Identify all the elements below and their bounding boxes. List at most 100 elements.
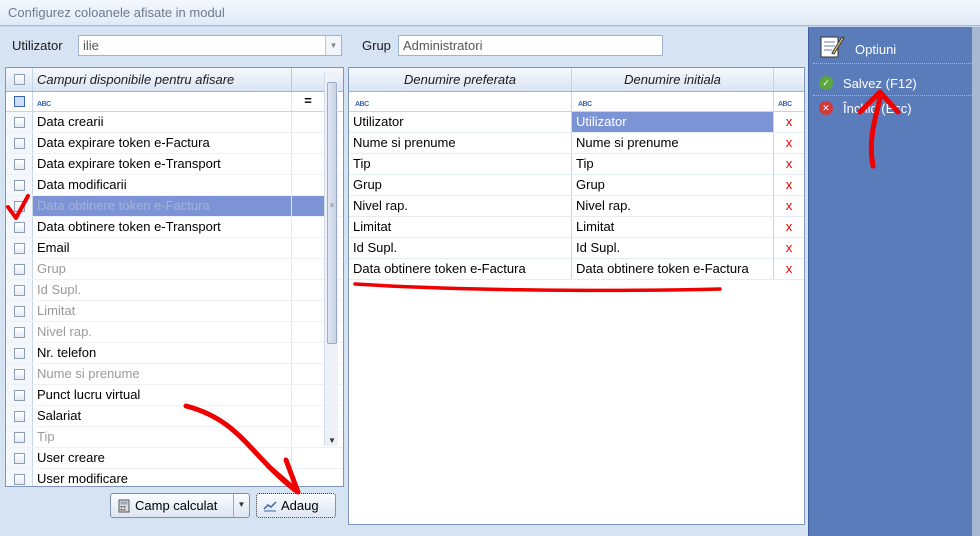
row-checkbox[interactable] — [13, 389, 25, 401]
delete-row-icon[interactable]: x — [774, 175, 804, 195]
row-checkbox-cell[interactable] — [6, 469, 33, 486]
row-checkbox[interactable] — [13, 347, 25, 359]
equals-filter-icon[interactable]: = — [292, 92, 324, 111]
preferred-name-cell[interactable]: Data obtinere token e-Factura — [349, 259, 572, 279]
row-checkbox[interactable] — [13, 326, 25, 338]
select-all-cell[interactable] — [6, 68, 33, 91]
delete-row-icon[interactable]: x — [774, 259, 804, 279]
row-checkbox-cell[interactable] — [6, 259, 33, 279]
list-item[interactable]: User creare — [6, 448, 343, 469]
scrollbar-thumb[interactable]: ≡ — [327, 82, 337, 344]
row-checkbox[interactable] — [13, 410, 25, 422]
list-item[interactable]: Punct lucru virtual — [6, 385, 343, 406]
list-item[interactable]: Email — [6, 238, 343, 259]
list-item[interactable]: Id Supl. — [6, 280, 343, 301]
row-checkbox-cell[interactable] — [6, 238, 33, 258]
row-checkbox-cell[interactable] — [6, 154, 33, 174]
row-checkbox-cell[interactable] — [6, 301, 33, 321]
close-button[interactable]: ✕ Închid (Esc) — [819, 99, 969, 117]
list-item[interactable]: Data expirare token e-Transport — [6, 154, 343, 175]
list-item[interactable]: User modificare — [6, 469, 343, 486]
initial-filter-cell[interactable]: ABC — [572, 92, 774, 111]
list-item[interactable]: Limitat — [6, 301, 343, 322]
row-checkbox-cell[interactable] — [6, 280, 33, 300]
list-item[interactable]: Tip — [6, 427, 343, 448]
list-item[interactable]: Data modificarii — [6, 175, 343, 196]
available-fields-column-header[interactable]: Campuri disponibile pentru afisare — [33, 68, 292, 91]
preferred-name-cell[interactable]: Id Supl. — [349, 238, 572, 258]
list-item[interactable]: Data expirare token e-Factura — [6, 133, 343, 154]
row-checkbox[interactable] — [13, 158, 25, 170]
row-checkbox[interactable] — [13, 431, 25, 443]
table-row[interactable]: Grup Grup x — [349, 175, 804, 196]
table-row[interactable]: Limitat Limitat x — [349, 217, 804, 238]
delete-filter-cell[interactable]: ABC — [774, 92, 804, 111]
chevron-down-icon[interactable]: ▼ — [233, 494, 249, 517]
initial-name-header[interactable]: Denumire initiala — [572, 68, 774, 91]
row-checkbox[interactable] — [13, 473, 25, 485]
chevron-down-icon[interactable]: ▼ — [325, 36, 341, 55]
row-checkbox-cell[interactable] — [6, 343, 33, 363]
delete-row-icon[interactable]: x — [774, 133, 804, 153]
preferred-name-cell[interactable]: Grup — [349, 175, 572, 195]
preferred-filter-cell[interactable]: ABC — [349, 92, 572, 111]
table-row[interactable]: Utilizator Utilizator x — [349, 112, 804, 133]
row-checkbox[interactable] — [13, 116, 25, 128]
list-item[interactable]: Nr. telefon — [6, 343, 343, 364]
delete-row-icon[interactable]: x — [774, 238, 804, 258]
list-item[interactable]: Grup — [6, 259, 343, 280]
calculated-field-button[interactable]: Camp calculat ▼ — [110, 493, 250, 518]
preferred-name-cell[interactable]: Utilizator — [349, 112, 572, 132]
table-row[interactable]: Nivel rap. Nivel rap. x — [349, 196, 804, 217]
list-item[interactable]: Data crearii — [6, 112, 343, 133]
row-checkbox-cell[interactable] — [6, 217, 33, 237]
list-item[interactable]: Nivel rap. — [6, 322, 343, 343]
row-checkbox-cell[interactable] — [6, 112, 33, 132]
filter-checkbox-icon[interactable] — [13, 96, 25, 107]
table-row[interactable]: Id Supl. Id Supl. x — [349, 238, 804, 259]
row-checkbox[interactable] — [13, 368, 25, 380]
row-checkbox[interactable] — [13, 200, 25, 212]
preferred-name-cell[interactable]: Nume si prenume — [349, 133, 572, 153]
delete-row-icon[interactable]: x — [774, 154, 804, 174]
add-button[interactable]: Adaug — [256, 493, 336, 518]
delete-row-icon[interactable]: x — [774, 196, 804, 216]
row-checkbox[interactable] — [13, 242, 25, 254]
table-row[interactable]: Data obtinere token e-Factura Data obtine… — [349, 259, 804, 280]
row-checkbox-cell[interactable] — [6, 322, 33, 342]
row-checkbox-cell[interactable] — [6, 196, 33, 216]
preferred-name-cell[interactable]: Nivel rap. — [349, 196, 572, 216]
available-fields-scrollbar[interactable]: ≡ ▼ — [324, 72, 338, 446]
row-checkbox-cell[interactable] — [6, 427, 33, 447]
list-item[interactable]: Nume si prenume — [6, 364, 343, 385]
row-checkbox-cell[interactable] — [6, 364, 33, 384]
select-all-checkbox[interactable] — [13, 74, 25, 85]
preferred-name-cell[interactable]: Limitat — [349, 217, 572, 237]
row-checkbox[interactable] — [13, 452, 25, 464]
table-row[interactable]: Tip Tip x — [349, 154, 804, 175]
list-item[interactable]: Salariat — [6, 406, 343, 427]
row-checkbox[interactable] — [13, 179, 25, 191]
delete-row-icon[interactable]: x — [774, 112, 804, 132]
row-checkbox-cell[interactable] — [6, 448, 33, 468]
user-select[interactable]: ilie ▼ — [78, 35, 342, 56]
row-checkbox[interactable] — [13, 263, 25, 275]
preferred-name-cell[interactable]: Tip — [349, 154, 572, 174]
row-checkbox-cell[interactable] — [6, 133, 33, 153]
list-item[interactable]: Data obtinere token e-Factura — [6, 196, 343, 217]
row-checkbox[interactable] — [13, 284, 25, 296]
save-button[interactable]: ✓ Salvez (F12) — [819, 74, 969, 92]
row-checkbox[interactable] — [13, 137, 25, 149]
row-checkbox-cell[interactable] — [6, 175, 33, 195]
filter-toggle-cell[interactable] — [6, 92, 33, 111]
row-checkbox-cell[interactable] — [6, 406, 33, 426]
table-row[interactable]: Nume si prenume Nume si prenume x — [349, 133, 804, 154]
row-checkbox-cell[interactable] — [6, 385, 33, 405]
row-checkbox[interactable] — [13, 221, 25, 233]
row-checkbox[interactable] — [13, 305, 25, 317]
preferred-name-header[interactable]: Denumire preferata — [349, 68, 572, 91]
delete-row-icon[interactable]: x — [774, 217, 804, 237]
list-item[interactable]: Data obtinere token e-Transport — [6, 217, 343, 238]
scroll-down-icon[interactable]: ▼ — [328, 436, 336, 445]
filter-cell[interactable]: ABC — [33, 92, 292, 111]
